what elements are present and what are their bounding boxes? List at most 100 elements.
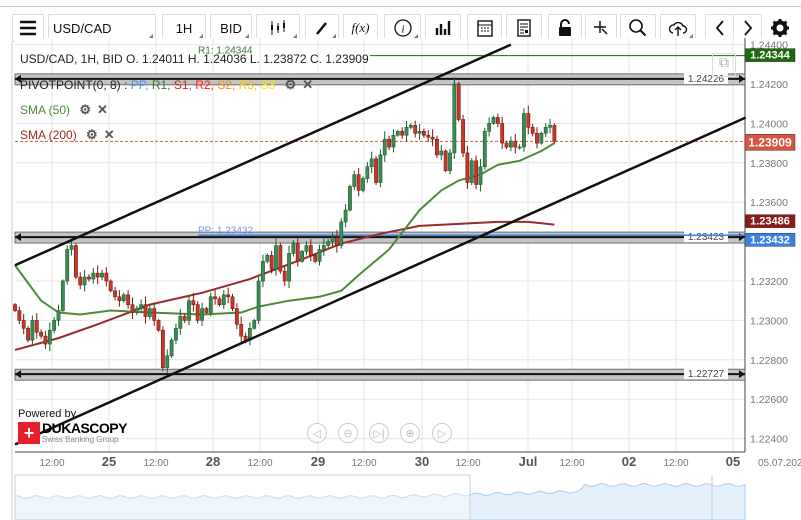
price-tick-label: 1.23800 <box>750 158 788 170</box>
candle <box>78 276 83 286</box>
candle <box>43 335 48 345</box>
zoom-in-button[interactable]: ⊕ <box>400 423 420 443</box>
triangle-left-icon: ◁ <box>312 427 322 440</box>
powered-by-label: Powered by <box>18 408 77 420</box>
candle <box>287 253 291 282</box>
candle <box>478 166 483 185</box>
candle <box>539 132 544 144</box>
close-icon[interactable]: ✕ <box>302 77 313 93</box>
time-tick-label: 12:00 <box>663 458 688 469</box>
candle <box>543 127 548 134</box>
zoom-out-button[interactable]: ⊖ <box>338 423 358 443</box>
candle <box>313 255 318 262</box>
pan-right-button[interactable]: ▷ <box>432 423 452 443</box>
date-label: 05.07.2021 <box>758 458 801 469</box>
candle <box>121 294 126 302</box>
candle <box>278 245 283 272</box>
time-tick-label: 12:00 <box>143 458 168 469</box>
candle <box>91 272 96 280</box>
candle <box>200 308 204 321</box>
candle <box>234 308 239 325</box>
candle <box>369 158 374 168</box>
price-tick-label: 1.23000 <box>750 315 788 327</box>
candle <box>435 138 439 156</box>
candle <box>208 296 213 313</box>
candle <box>426 134 431 138</box>
candle <box>421 130 426 136</box>
pivot-item-s1: S1, <box>173 78 196 92</box>
candle <box>187 300 191 321</box>
gear-icon[interactable]: ⚙ <box>79 102 91 118</box>
candle <box>87 276 91 280</box>
candle <box>382 138 387 156</box>
close-icon[interactable]: ✕ <box>97 102 108 118</box>
candle <box>161 329 165 368</box>
pp-label: PP: 1.23432 <box>198 225 253 236</box>
time-tick-label: 05 <box>726 454 740 469</box>
pivot-item-r3: R3, <box>238 78 261 92</box>
candle <box>352 174 357 187</box>
price-tag-r1-label: 1.24344 <box>750 50 791 62</box>
sma50-label: SMA (50) <box>20 103 71 117</box>
pan-left-button[interactable]: ◁ <box>307 423 327 443</box>
popout-icon[interactable]: ⧉ <box>712 53 736 77</box>
candle <box>548 125 552 128</box>
pivot-indicator-legend: PIVOTPOINT(0, 8) : PP, R1, S1, R2, S2, R… <box>20 77 314 93</box>
candle <box>95 272 100 278</box>
candle <box>230 296 235 309</box>
candle <box>126 294 131 305</box>
candle <box>47 329 52 345</box>
candle <box>169 339 174 357</box>
candle <box>526 113 531 128</box>
candle <box>261 260 265 282</box>
go-to-end-button[interactable]: ▷| <box>369 423 389 443</box>
candle <box>13 304 17 311</box>
candle <box>291 243 296 254</box>
pivot-item-s3: S3 <box>260 78 276 92</box>
triangle-right-icon: ▷ <box>437 427 447 440</box>
candle <box>482 130 487 168</box>
candle <box>356 174 361 191</box>
candle <box>504 142 509 148</box>
plot-area <box>15 38 745 452</box>
pivot-item-r1: R1, <box>151 78 174 92</box>
candle <box>147 308 152 317</box>
candle <box>343 209 348 223</box>
close-icon[interactable]: ✕ <box>104 127 115 143</box>
candle <box>469 160 474 183</box>
candle <box>156 320 161 331</box>
candle <box>69 245 74 250</box>
candle <box>182 316 187 321</box>
candle <box>513 140 518 148</box>
candle <box>530 127 535 134</box>
candle <box>113 290 117 298</box>
gear-icon[interactable]: ⚙ <box>86 127 98 143</box>
time-tick-label: 12:00 <box>559 458 584 469</box>
candle <box>374 158 378 183</box>
gear-icon[interactable]: ⚙ <box>285 77 297 93</box>
candle <box>256 280 261 321</box>
time-tick-label: 02 <box>622 454 636 469</box>
candle <box>213 296 218 300</box>
level-label: 1.22727 <box>688 369 725 380</box>
candle <box>139 304 144 309</box>
dukascopy-logo: Powered by + DUKASCOPY Swiss Banking Gro… <box>18 408 127 444</box>
candle <box>378 154 383 183</box>
candle <box>82 276 87 286</box>
price-tick-label: 1.23600 <box>750 197 788 209</box>
candle <box>104 272 109 282</box>
candle <box>269 255 274 270</box>
candle <box>361 178 365 191</box>
time-tick-label: 12:00 <box>351 458 376 469</box>
candle <box>448 152 452 171</box>
candle <box>65 249 70 282</box>
candle <box>108 280 113 292</box>
candle <box>52 320 57 331</box>
price-tick-label: 1.22400 <box>750 434 788 446</box>
candle <box>535 132 539 144</box>
candle <box>517 146 522 149</box>
candle <box>252 320 257 329</box>
price-tick-label: 1.23200 <box>750 276 788 288</box>
time-tick-label: 29 <box>311 454 325 469</box>
candle <box>143 304 148 317</box>
